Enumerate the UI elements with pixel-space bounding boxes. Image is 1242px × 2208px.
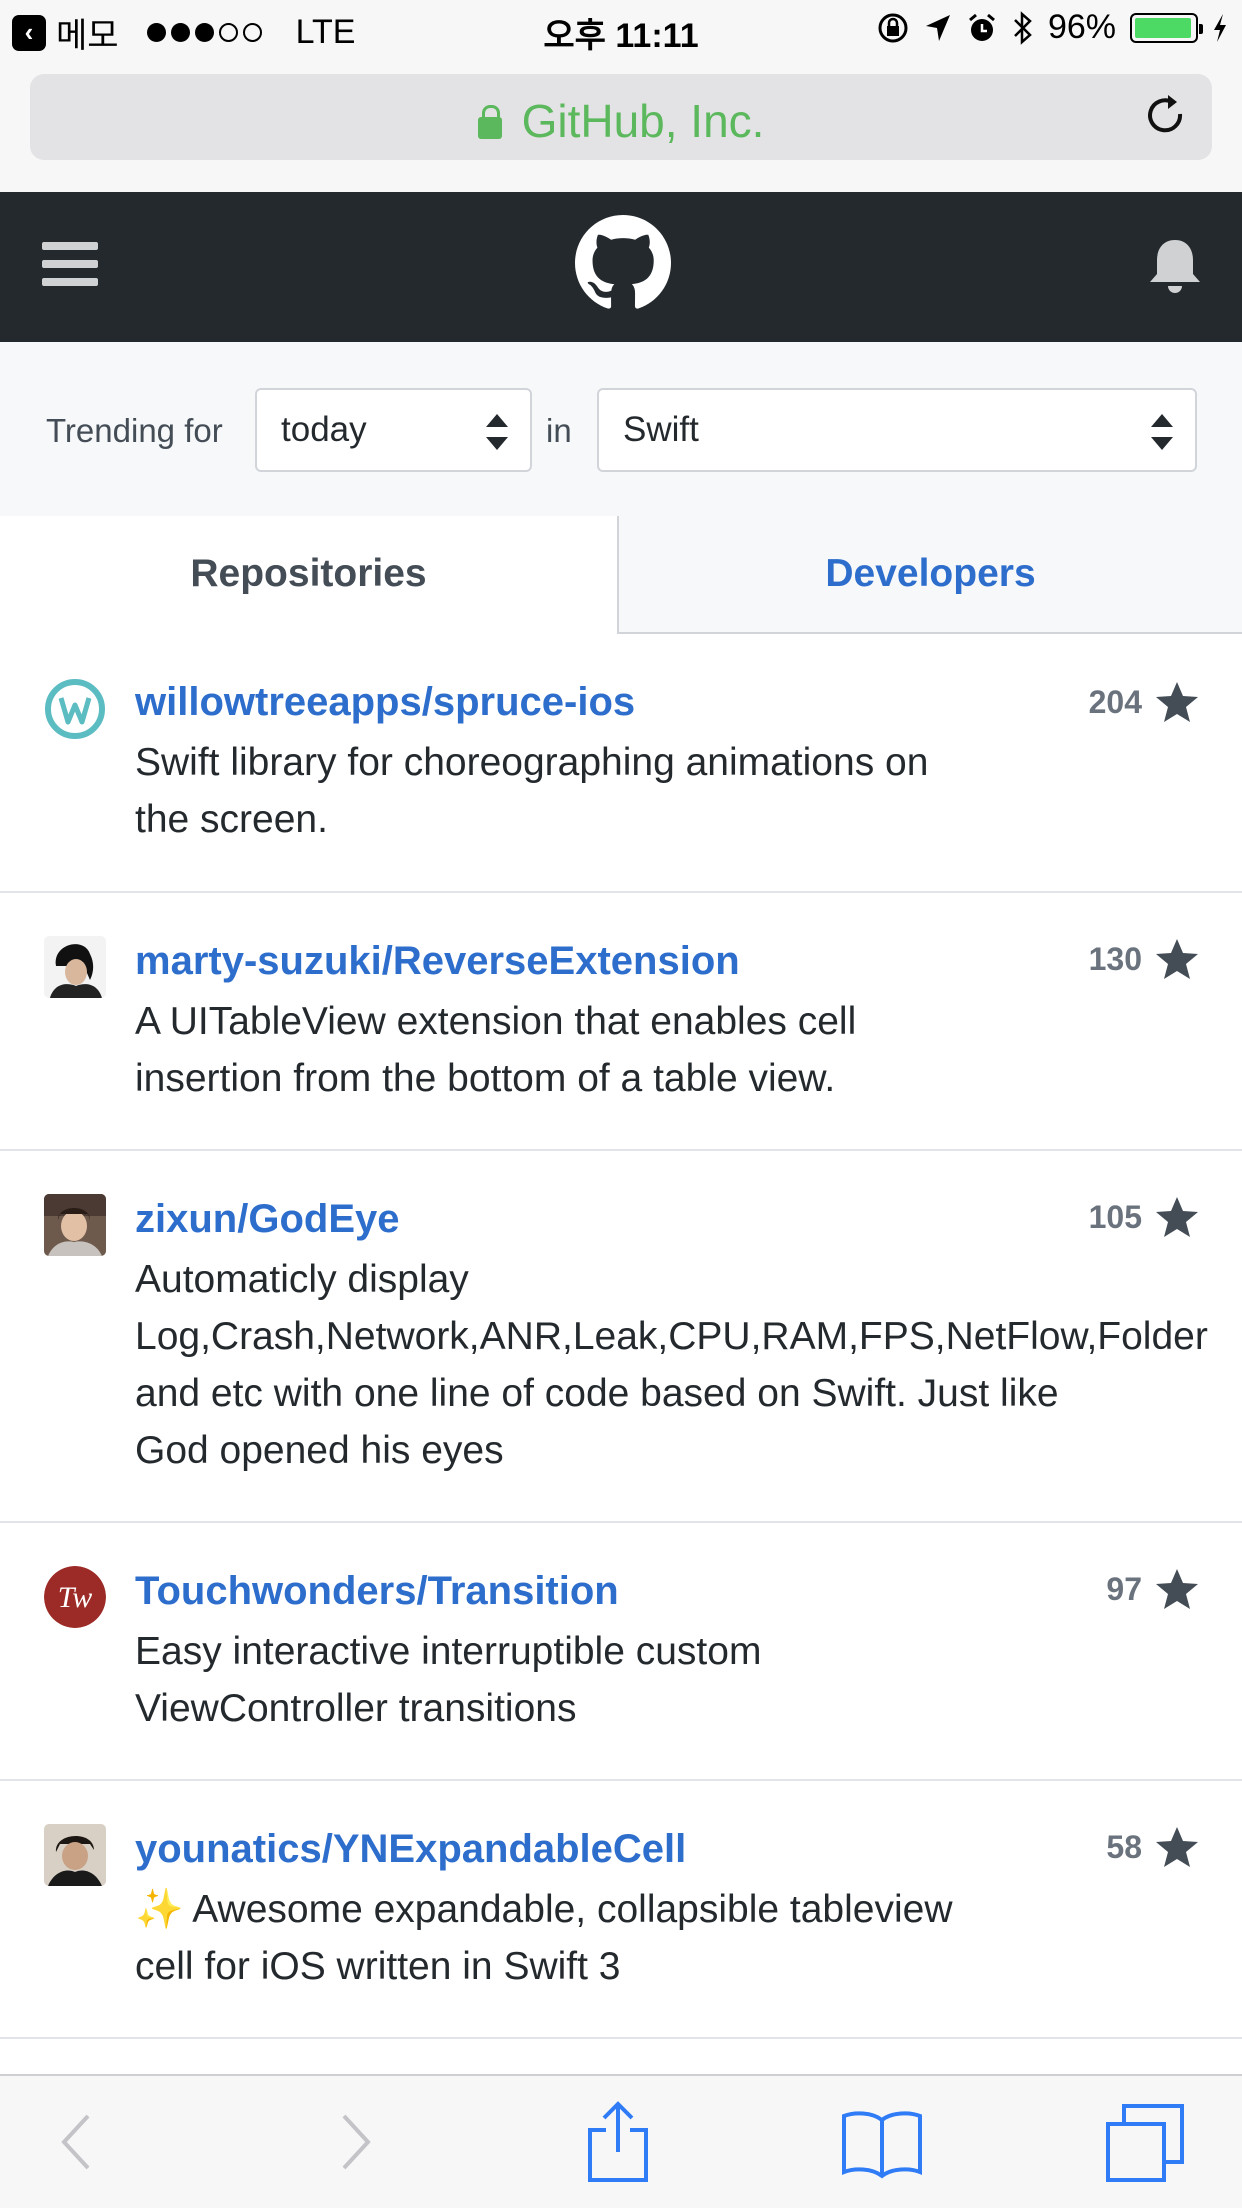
repo-list-item[interactable]: marty-suzuki/ReverseExtension A UITableV…	[0, 893, 1242, 1151]
repo-name-link[interactable]: zixun/GodEye	[135, 1197, 400, 1242]
repo-list-item[interactable]: Tw Touchwonders/Transition Easy interact…	[0, 1523, 1242, 1781]
repo-list-item[interactable]: zixun/GodEye Automaticly display Log,Cra…	[0, 1151, 1242, 1523]
location-icon	[925, 14, 950, 41]
period-value: today	[281, 410, 367, 449]
trending-filter: Trending for today in Swift	[0, 342, 1242, 516]
repo-description-line: cell for iOS written in Swift 3	[135, 1945, 621, 1988]
repo-description-line: Automaticly display	[135, 1258, 469, 1301]
repo-description-line: ✨ Awesome expandable, collapsible tablev…	[135, 1888, 953, 1931]
battery-icon	[1130, 12, 1203, 43]
tab-developers[interactable]: Developers	[619, 516, 1242, 634]
repo-description-line: insertion from the bottom of a table vie…	[135, 1057, 836, 1100]
in-label: in	[546, 412, 572, 449]
star-icon	[1156, 1197, 1198, 1237]
star-icon	[1156, 939, 1198, 979]
repo-description-line: the screen.	[135, 798, 328, 841]
trending-for-label: Trending for	[46, 412, 223, 449]
alarm-icon	[968, 13, 995, 41]
star-icon	[1156, 1827, 1198, 1867]
address-bar[interactable]: GitHub, Inc.	[30, 74, 1212, 160]
reload-icon[interactable]	[1142, 92, 1190, 140]
tabs-icon[interactable]	[1104, 2100, 1188, 2184]
tab-repositories[interactable]: Repositories	[0, 516, 619, 634]
repo-avatar[interactable]	[44, 1194, 106, 1256]
menu-icon[interactable]	[42, 242, 98, 292]
star-count: 130	[1088, 940, 1142, 977]
tab-bar: Repositories Developers	[0, 516, 1242, 634]
repo-name-link[interactable]: younatics/YNExpandableCell	[135, 1827, 686, 1872]
bluetooth-icon	[1014, 10, 1032, 45]
repo-name-link[interactable]: Touchwonders/Transition	[135, 1569, 619, 1614]
repo-name-link[interactable]: marty-suzuki/ReverseExtension	[135, 939, 740, 984]
period-select[interactable]: today	[255, 388, 532, 472]
repo-avatar[interactable]	[44, 936, 106, 998]
repo-description-line: and etc with one line of code based on S…	[135, 1372, 1059, 1415]
bell-icon[interactable]	[1146, 236, 1204, 296]
share-icon[interactable]	[576, 2100, 660, 2184]
star-count: 105	[1088, 1198, 1142, 1235]
github-header	[0, 192, 1242, 342]
repo-avatar[interactable]	[44, 678, 106, 740]
star-count: 97	[1106, 1570, 1142, 1607]
star-count: 58	[1106, 1828, 1142, 1865]
select-arrows-icon	[1151, 414, 1173, 450]
repo-description-line: A UITableView extension that enables cel…	[135, 1000, 857, 1043]
language-select[interactable]: Swift	[597, 388, 1197, 472]
repo-avatar[interactable]: Tw	[44, 1566, 106, 1628]
back-icon[interactable]	[36, 2100, 120, 2184]
repo-avatar[interactable]	[44, 1824, 106, 1886]
forward-icon[interactable]	[312, 2100, 396, 2184]
repo-list-item[interactable]: willowtreeapps/spruce-ios Swift library …	[0, 634, 1242, 893]
svg-text:Tw: Tw	[58, 1581, 92, 1614]
browser-address-area: GitHub, Inc.	[0, 60, 1242, 192]
github-logo-icon[interactable]	[575, 215, 671, 311]
repo-description-line: Log,Crash,Network,ANR,Leak,CPU,RAM,FPS,N…	[135, 1315, 1208, 1358]
repo-description-line: Swift library for choreographing animati…	[135, 741, 929, 784]
star-icon	[1156, 682, 1198, 722]
star-count: 204	[1088, 683, 1142, 720]
rotation-lock-icon	[878, 13, 908, 42]
charging-icon	[1214, 13, 1226, 42]
select-arrows-icon	[486, 414, 508, 450]
bookmarks-icon[interactable]	[840, 2100, 924, 2184]
status-bar: ‹ 메모 LTE 오후 11:11 96%	[0, 0, 1242, 60]
lock-icon	[477, 105, 502, 139]
repo-description-line: ViewController transitions	[135, 1687, 577, 1730]
repo-name-link[interactable]: willowtreeapps/spruce-ios	[135, 680, 635, 725]
repo-description-line: Easy interactive interruptible custom	[135, 1630, 762, 1673]
battery-percent: 96%	[1047, 8, 1116, 46]
repo-list-item[interactable]: younatics/YNExpandableCell ✨ Awesome exp…	[0, 1781, 1242, 2039]
site-name[interactable]: GitHub, Inc.	[522, 95, 765, 147]
language-value: Swift	[623, 410, 699, 449]
browser-toolbar	[0, 2074, 1242, 2208]
repo-description-line: God opened his eyes	[135, 1429, 504, 1472]
star-icon	[1156, 1569, 1198, 1609]
